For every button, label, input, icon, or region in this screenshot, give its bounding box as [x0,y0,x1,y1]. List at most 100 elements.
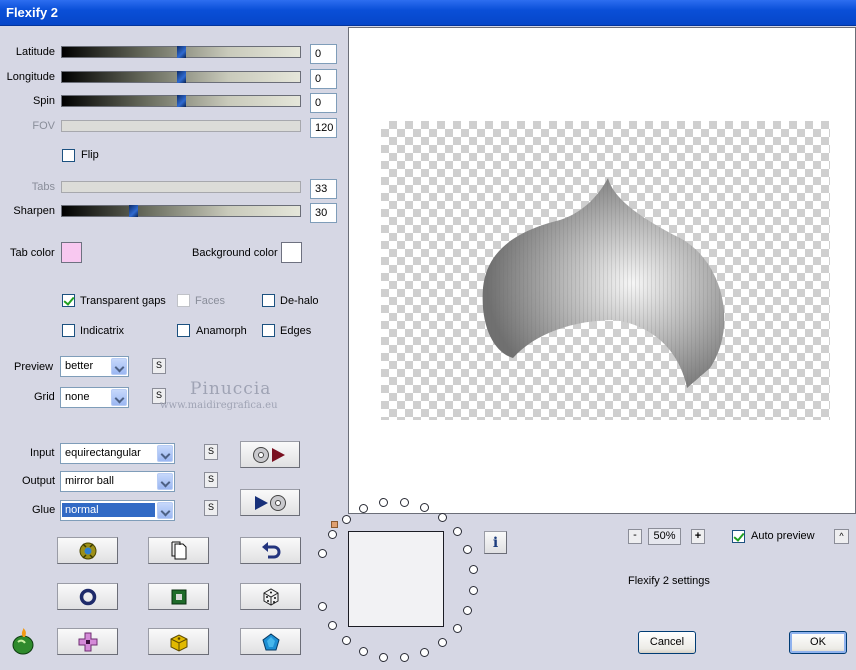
dial-dot[interactable] [452,623,462,633]
cancel-button[interactable]: Cancel [638,631,696,654]
chevron-down-icon [111,389,127,406]
tabs-label: Tabs [31,181,55,193]
longitude-value-field[interactable]: 0 [310,69,337,89]
background-color-label: Background color [192,247,278,259]
dial-dot[interactable] [318,602,328,612]
edges-checkbox[interactable] [262,324,275,337]
dial-dot[interactable] [379,652,389,662]
edges-label: Edges [280,325,312,337]
preview-s-button[interactable]: S [152,358,166,374]
transparent-gaps-checkbox[interactable] [62,294,75,307]
faces-label: Faces [195,295,225,307]
random-dice-button[interactable] [240,583,301,610]
dial-dot[interactable] [463,605,473,615]
fov-value-field[interactable]: 120 [310,118,337,138]
sharpen-slider[interactable] [61,205,301,217]
spin-slider-thumb[interactable] [177,95,186,107]
dial-dot[interactable] [341,635,351,645]
indicatrix-label: Indicatrix [80,325,125,337]
dial-dot[interactable] [359,646,369,656]
auto-preview-checkbox[interactable] [732,530,745,543]
plus-shape-button[interactable] [57,628,118,655]
latitude-slider[interactable] [61,46,301,58]
dial-dot[interactable] [452,527,462,537]
dial-dot[interactable] [318,548,328,558]
grid-value: none [65,391,90,403]
dial-dot[interactable] [468,565,478,575]
faces-checkbox[interactable] [177,294,190,307]
export-output-button[interactable] [240,489,300,516]
pentagon-button[interactable] [240,628,301,655]
window-title: Flexify 2 [6,5,59,20]
longitude-slider-thumb[interactable] [177,71,186,83]
dial-dot[interactable] [327,530,337,540]
orientation-handle[interactable] [331,521,338,528]
anamorph-checkbox[interactable] [177,324,190,337]
sharpen-slider-thumb[interactable] [129,205,139,217]
output-s-button[interactable]: S [204,472,218,488]
fov-slider [61,120,301,132]
output-projection-value: mirror ball [65,475,114,487]
dial-dot[interactable] [468,585,478,595]
output-projection-select[interactable]: mirror ball [60,471,175,492]
collapse-button[interactable]: ^ [834,529,849,544]
dial-dot[interactable] [419,502,429,512]
flip-label: Flip [81,149,99,161]
pentagon-icon [261,632,280,650]
input-label: Input [30,447,55,459]
ok-button[interactable]: OK [789,631,847,654]
latitude-slider-thumb[interactable] [177,46,186,58]
flip-checkbox[interactable] [62,149,75,162]
dice-icon [263,587,278,606]
zoom-in-button[interactable]: + [691,529,705,544]
sharpen-value-field[interactable]: 30 [310,203,337,223]
dial-dot[interactable] [399,497,409,507]
spin-slider[interactable] [61,95,301,107]
zoom-out-button[interactable]: - [628,529,642,544]
glue-select[interactable]: normal [60,500,175,521]
de-halo-checkbox[interactable] [262,294,275,307]
anamorph-label: Anamorph [196,325,247,337]
ring-button[interactable] [57,583,118,610]
dial-dot[interactable] [463,545,473,555]
indicatrix-checkbox[interactable] [62,324,75,337]
preview-render-image [482,178,725,388]
copy-button[interactable] [148,537,209,564]
plus-icon [78,632,97,651]
info-button[interactable]: i [484,531,507,554]
dial-dot[interactable] [327,620,337,630]
chevron-down-icon [157,473,173,490]
latitude-value-field[interactable]: 0 [310,44,337,64]
orientation-preview-box[interactable] [348,531,444,627]
undo-button[interactable] [240,537,301,564]
spin-value-field[interactable]: 0 [310,93,337,113]
document-icon [171,541,186,559]
latitude-label: Latitude [15,46,55,58]
randomize-button[interactable] [57,537,118,564]
longitude-slider[interactable] [61,71,301,83]
transparent-gaps-label: Transparent gaps [80,295,166,307]
tabs-value-field[interactable]: 33 [310,179,337,199]
grid-select[interactable]: none [60,387,129,408]
title-bar: Flexify 2 [0,0,856,26]
frame-button[interactable] [148,583,209,610]
de-halo-label: De-halo [280,295,319,307]
play-to-disc-icon [255,494,286,511]
gear-icon [79,542,96,559]
preview-quality-select[interactable]: better [60,356,129,377]
dial-dot[interactable] [341,515,351,525]
cube-button[interactable] [148,628,209,655]
dial-dot[interactable] [438,512,448,522]
dial-dot[interactable] [438,638,448,648]
tab-color-swatch[interactable] [61,242,82,263]
input-s-button[interactable]: S [204,444,218,460]
background-color-swatch[interactable] [281,242,302,263]
load-input-button[interactable] [240,441,300,468]
glue-s-button[interactable]: S [204,500,218,516]
preview-quality-value: better [65,360,94,372]
ring-icon [79,588,96,605]
input-projection-select[interactable]: equirectangular [60,443,175,464]
dial-dot[interactable] [419,648,429,658]
flaming-pear-logo-icon [12,628,34,655]
dial-dot[interactable] [399,653,409,663]
